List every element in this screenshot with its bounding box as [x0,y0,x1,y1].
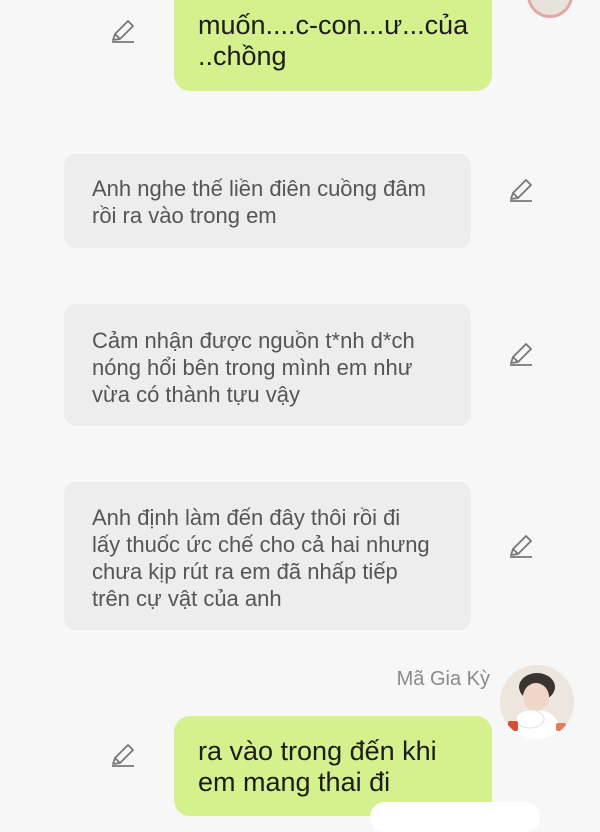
message-line: ra vào trong đến khi [198,736,437,766]
sender-avatar[interactable] [500,665,574,739]
message-bubble-incoming[interactable]: Anh nghe thế liền điên cuồng đâm rồi ra … [64,154,471,248]
message-line: Cảm nhận được nguồn t*nh d*ch [92,328,415,353]
message-bubble-outgoing[interactable]: ra vào trong đến khi em mang thai đi [174,716,492,816]
message-bubble-incoming[interactable]: Anh định làm đến đây thôi rồi đi lấy thu… [64,482,471,630]
message-line: em mang thai đi [198,767,391,797]
edit-icon[interactable] [508,341,534,367]
message-line: ..chồng [198,41,287,71]
message-line: chưa kịp rút ra em đã nhấp tiếp [92,559,398,584]
message-bubble-incoming[interactable]: Cảm nhận được nguồn t*nh d*ch nóng hổi b… [64,304,471,426]
message-line: vừa có thành tựu vậy [92,382,301,407]
edit-icon[interactable] [508,533,534,559]
edit-icon[interactable] [110,18,136,44]
message-line: lấy thuốc ức chế cho cả hai nhưng [92,532,430,557]
sender-name: Mã Gia Kỳ [396,668,490,690]
message-line: Anh định làm đến đây thôi rồi đi [92,505,401,530]
message-line: muốn....c-con...ư...của [198,10,469,40]
message-line: trên cự vật của anh [92,586,282,611]
next-message-bubble [370,802,540,832]
edit-icon[interactable] [508,177,534,203]
message-line: rồi ra vào trong em [92,203,277,228]
edit-icon[interactable] [110,742,136,768]
message-bubble-outgoing[interactable]: muốn....c-con...ư...của ..chồng [174,0,492,91]
sender-avatar-top[interactable] [527,0,573,18]
message-line: Anh nghe thế liền điên cuồng đâm [92,176,426,201]
message-line: nóng hổi bên trong mình em như [92,355,413,380]
